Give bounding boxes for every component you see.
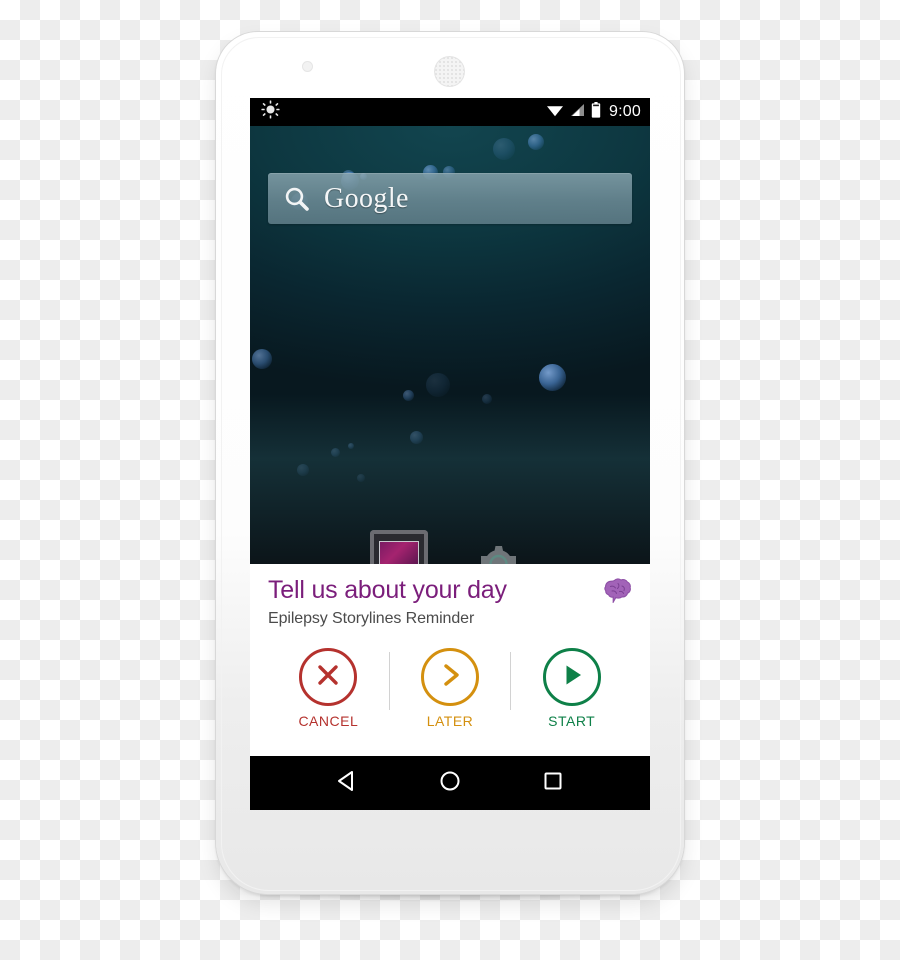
start-button[interactable]: START — [511, 648, 632, 729]
bokeh-circle — [403, 390, 414, 401]
notification-card[interactable]: Tell us about your day Epilepsy Storylin… — [250, 564, 650, 756]
bokeh-circle — [493, 138, 515, 160]
bokeh-circle — [539, 364, 566, 391]
search-icon — [282, 184, 312, 214]
home-circle-icon — [437, 768, 463, 799]
later-button[interactable]: LATER — [390, 648, 511, 729]
google-search-label: Google — [324, 182, 409, 214]
status-bar-clock: 9:00 — [609, 103, 641, 120]
notification-actions: CANCEL LATER START — [268, 648, 632, 729]
start-button-circle — [542, 648, 601, 706]
recents-square-icon — [540, 768, 566, 799]
bokeh-circle — [252, 349, 272, 369]
brain-icon — [604, 578, 632, 608]
play-icon — [558, 661, 586, 694]
bokeh-circle — [410, 431, 423, 444]
android-navigation-bar — [250, 756, 650, 810]
settings-gear-app-icon[interactable] — [468, 534, 524, 564]
google-search-widget[interactable]: Google — [268, 173, 632, 224]
status-bar-right: 9:00 — [546, 101, 641, 123]
start-button-label: START — [548, 713, 596, 729]
cellular-signal-icon — [570, 103, 585, 122]
later-button-circle — [421, 648, 479, 706]
sun-icon — [261, 100, 280, 124]
bokeh-circle — [357, 474, 365, 482]
nav-recents-button[interactable] — [526, 756, 580, 810]
earpiece-speaker-icon — [434, 56, 465, 87]
cancel-button-label: CANCEL — [298, 713, 359, 729]
chevron-right-icon — [436, 661, 464, 694]
bokeh-circle — [426, 373, 450, 397]
notification-subtitle: Epilepsy Storylines Reminder — [268, 610, 475, 627]
gallery-app-icon-photo — [379, 541, 419, 564]
bokeh-circle — [297, 464, 309, 476]
bokeh-circle — [331, 448, 340, 457]
cancel-button[interactable]: CANCEL — [268, 648, 389, 729]
battery-icon — [591, 101, 601, 123]
cancel-button-circle — [299, 648, 358, 706]
bokeh-circle — [348, 443, 354, 449]
notification-title: Tell us about your day — [268, 576, 507, 604]
gallery-app-icon[interactable] — [370, 530, 428, 564]
nav-back-button[interactable] — [320, 756, 374, 810]
back-triangle-icon — [334, 768, 360, 799]
phone-mockup: 9:00 Google Tell us about your day Epile… — [0, 0, 900, 960]
status-bar-left — [261, 100, 280, 124]
home-screen-wallpaper: Google — [250, 126, 650, 564]
close-x-icon — [314, 661, 342, 694]
wifi-icon — [546, 103, 564, 122]
front-camera-icon — [302, 61, 313, 72]
bokeh-circle — [482, 394, 492, 404]
later-button-label: LATER — [426, 713, 474, 729]
nav-home-button[interactable] — [423, 756, 477, 810]
bokeh-circle — [528, 134, 544, 150]
phone-screen: 9:00 Google Tell us about your day Epile… — [250, 98, 650, 810]
status-bar: 9:00 — [250, 98, 650, 126]
